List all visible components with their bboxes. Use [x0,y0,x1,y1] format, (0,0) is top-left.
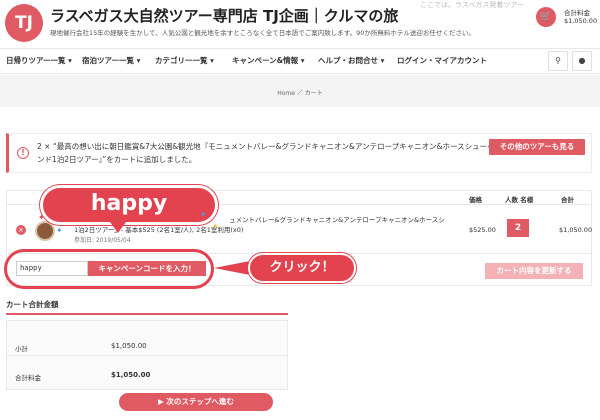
cart-icon[interactable]: 🛒 [536,7,556,27]
update-cart-button[interactable]: カート内容を更新する [485,263,583,279]
item-price: $525.00 [469,226,496,234]
see-more-tours-button[interactable]: その他のツアーも見る [489,139,585,155]
annotation-happy-bubble: happy [40,185,218,225]
subtotal-label: 小計 [15,345,28,353]
annotation-coupon-highlight [4,249,214,289]
sparkle-icon: ✦ [38,213,45,222]
sparkle-icon: ✦ [212,222,219,231]
breadcrumb-band: Home ／ カート [0,75,600,107]
item-subtotal: $1,050.00 [559,226,593,234]
nav-help[interactable]: ヘルプ・お問合せ ▾ [318,49,384,73]
cart-total-amount: $1,050.00 [564,17,598,25]
site-title[interactable]: ラスベガス大自然ツアー専門店 TJ企画｜クルマの旅 [50,5,398,26]
site-logo[interactable]: TJ [5,4,43,42]
subtotal-value: $1,050.00 [111,342,147,350]
header-qty: 人数 名様 [505,196,534,204]
annotation-click-bubble: クリック！ [248,253,356,283]
quantity-input[interactable]: 2 [507,219,529,237]
sparkle-icon: ✦ [200,210,207,219]
user-icon[interactable]: ● [572,51,592,71]
proceed-checkout-button[interactable]: ▶ 次のステップへ進む [119,393,273,411]
header-cart[interactable]: 🛒 合計料金 $1,050.00 [536,5,598,27]
info-icon: ! [17,147,29,159]
top-faint-text: ここでは、ラスベガス発着ツアー [420,1,524,9]
totals-divider [7,355,287,356]
annotation-bubble-tail [110,222,126,233]
nav-categories[interactable]: カテゴリー一覧 ▾ [155,49,214,73]
remove-item-icon[interactable]: × [16,225,26,235]
nav-overnight-tours[interactable]: 宿泊ツアー一覧 ▾ [82,49,140,73]
notice-text: 2 × “最高の想い出に朝日鑑賞&7大公園&観光地『モニュメントバレー&グランド… [37,142,495,164]
search-icon[interactable]: ⚲ [548,51,568,71]
nav-login[interactable]: ログイン・マイアカウント [397,49,487,73]
header-total: 合計 [561,196,574,204]
cart-total-label: 合計料金 [564,9,590,17]
product-thumbnail[interactable] [35,221,55,241]
nav-day-tours[interactable]: 日帰りツアー一覧 ▾ [6,49,72,73]
cart-totals-title: カート合計金額 [6,300,59,309]
nav-campaigns[interactable]: キャンペーン&情報 ▾ [232,49,305,73]
cart-totals-box: 小計 $1,050.00 合計料金 $1,050.00 [6,320,288,390]
total-label: 合計料金 [15,374,41,382]
total-value: $1,050.00 [111,371,151,379]
main-nav: 日帰りツアー一覧 ▾ 宿泊ツアー一覧 ▾ カテゴリー一覧 ▾ キャンペーン&情報… [0,48,600,74]
site-header: TJ ラスベガス大自然ツアー専門店 TJ企画｜クルマの旅 現地催行会社15年の経… [0,0,600,46]
header-price: 価格 [469,196,482,204]
annotation-click-arrow [214,261,250,275]
product-title-line1[interactable]: ュメントバレー&グランドキャニオン&アンテロープキャニオン&ホースシ [229,214,445,224]
breadcrumb[interactable]: Home ／ カート [0,88,600,97]
totals-accent-line [6,313,288,315]
cart-added-notice: ! 2 × “最高の想い出に朝日鑑賞&7大公園&観光地『モニュメントバレー&グラ… [6,133,592,173]
sparkle-icon: ✦ [56,226,63,235]
site-description: 現地催行会社15年の経験を生かして、人気公園と観光地を余すところなく全て日本語で… [50,29,475,37]
product-date: 参加日: 2019/05/04 [74,237,131,244]
